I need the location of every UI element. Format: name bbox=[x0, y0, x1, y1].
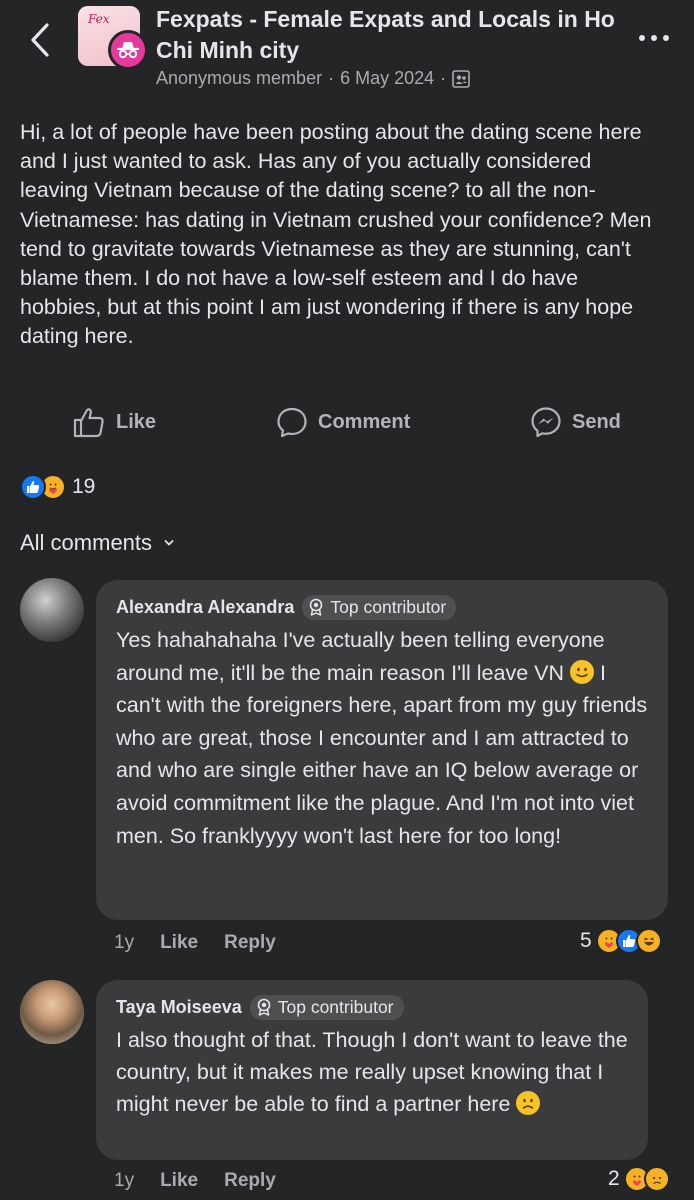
meta-separator: · bbox=[440, 68, 447, 88]
reaction-summary[interactable]: 19 bbox=[20, 474, 95, 500]
post-header: Fex Fexpats - Female Expats and Locals i… bbox=[0, 0, 694, 100]
send-label: Send bbox=[572, 410, 621, 433]
comment-reaction-count: 5 bbox=[580, 929, 592, 952]
award-icon bbox=[310, 598, 323, 616]
sad-reaction-icon bbox=[643, 1166, 670, 1192]
comment-bubble-icon bbox=[277, 407, 307, 438]
comment-header: Alexandra Alexandra Top contributor bbox=[116, 594, 648, 620]
commenter-avatar[interactable] bbox=[20, 980, 84, 1044]
comment-bubble: Taya Moiseeva Top contributor I also tho… bbox=[96, 980, 648, 1160]
back-button[interactable] bbox=[22, 20, 58, 60]
post-date[interactable]: 6 May 2024 bbox=[340, 68, 434, 89]
badge-label: Top contributor bbox=[330, 596, 447, 617]
more-dots-icon bbox=[639, 35, 669, 41]
comment-sort-dropdown[interactable]: All comments bbox=[20, 530, 174, 556]
top-contributor-badge[interactable]: Top contributor bbox=[302, 594, 457, 620]
comment-actions: 1y Like Reply bbox=[114, 932, 276, 954]
group-name[interactable]: Fexpats - Female Expats and Locals in Ho… bbox=[156, 4, 616, 66]
comment-bubble: Alexandra Alexandra Top contributor Yes … bbox=[96, 580, 668, 920]
chevron-down-icon bbox=[164, 540, 174, 546]
thumbs-up-icon bbox=[73, 408, 104, 438]
comment-reply-button[interactable]: Reply bbox=[224, 1170, 276, 1192]
chevron-left-icon bbox=[31, 23, 49, 57]
anonymous-member-icon bbox=[108, 30, 148, 70]
comment-button[interactable]: Comment bbox=[276, 406, 410, 438]
top-contributor-badge[interactable]: Top contributor bbox=[249, 994, 404, 1020]
comment-like-button[interactable]: Like bbox=[160, 932, 198, 954]
like-button[interactable]: Like bbox=[72, 406, 156, 438]
comment-time[interactable]: 1y bbox=[114, 1170, 134, 1192]
badge-label: Top contributor bbox=[277, 996, 394, 1017]
post-meta: Anonymous member · 6 May 2024 · bbox=[156, 68, 470, 89]
commenter-avatar[interactable] bbox=[20, 578, 84, 642]
commenter-name[interactable]: Taya Moiseeva bbox=[116, 997, 242, 1018]
comment-reaction-summary[interactable]: 5 bbox=[580, 928, 662, 954]
comment-text: I also thought of that. Though I don't w… bbox=[116, 1024, 628, 1120]
comment-label: Comment bbox=[318, 410, 411, 433]
comment-text: Yes hahahahaha I've actually been tellin… bbox=[116, 624, 648, 852]
meta-separator: · bbox=[328, 68, 335, 88]
members-icon bbox=[452, 69, 470, 88]
comment-text-part: I also thought of that. Though I don't w… bbox=[116, 1028, 628, 1116]
commenter-name[interactable]: Alexandra Alexandra bbox=[116, 597, 294, 618]
comment-actions: 1y Like Reply bbox=[114, 1170, 276, 1192]
messenger-icon bbox=[531, 407, 561, 438]
group-avatar-label: Fex bbox=[88, 12, 110, 26]
post-body: Hi, a lot of people have been posting ab… bbox=[20, 120, 652, 349]
comment-reply-button[interactable]: Reply bbox=[224, 932, 276, 954]
more-options-button[interactable] bbox=[634, 26, 674, 50]
post-action-bar: Like Comment Send bbox=[0, 400, 694, 450]
comment-reaction-summary[interactable]: 2 bbox=[608, 1166, 670, 1192]
comment-text-part: Yes hahahahaha I've actually been tellin… bbox=[116, 628, 605, 685]
slightly-smiling-face-icon bbox=[569, 659, 594, 684]
comment-time[interactable]: 1y bbox=[114, 932, 134, 954]
comment-text-part: I can't with the foreigners here, apart … bbox=[116, 660, 648, 848]
comment-like-button[interactable]: Like bbox=[160, 1170, 198, 1192]
send-button[interactable]: Send bbox=[530, 406, 621, 438]
haha-reaction-icon bbox=[635, 928, 662, 954]
comment-sort-label: All comments bbox=[20, 530, 153, 555]
like-label: Like bbox=[116, 410, 157, 433]
slightly-frowning-face-icon bbox=[516, 1091, 541, 1115]
like-reaction-icon bbox=[20, 474, 46, 500]
comment-header: Taya Moiseeva Top contributor bbox=[116, 994, 628, 1020]
comment-reaction-count: 2 bbox=[608, 1167, 620, 1190]
author-name: Anonymous member bbox=[156, 68, 323, 88]
award-icon bbox=[257, 998, 271, 1016]
reaction-count: 19 bbox=[72, 475, 96, 498]
